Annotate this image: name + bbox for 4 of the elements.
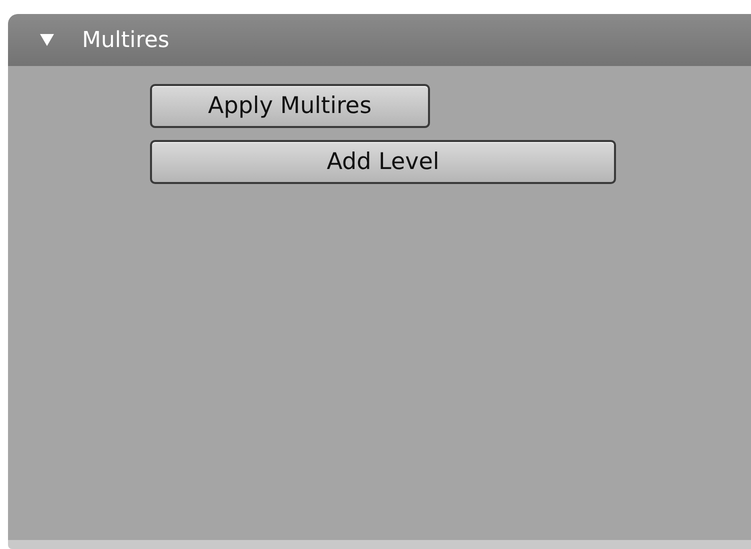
panel-button[interactable]: Add Level <box>150 140 616 184</box>
panel-title: Multires <box>82 28 170 52</box>
panel-button[interactable]: Apply Multires <box>150 84 430 128</box>
triangle-icon[interactable] <box>40 34 54 46</box>
